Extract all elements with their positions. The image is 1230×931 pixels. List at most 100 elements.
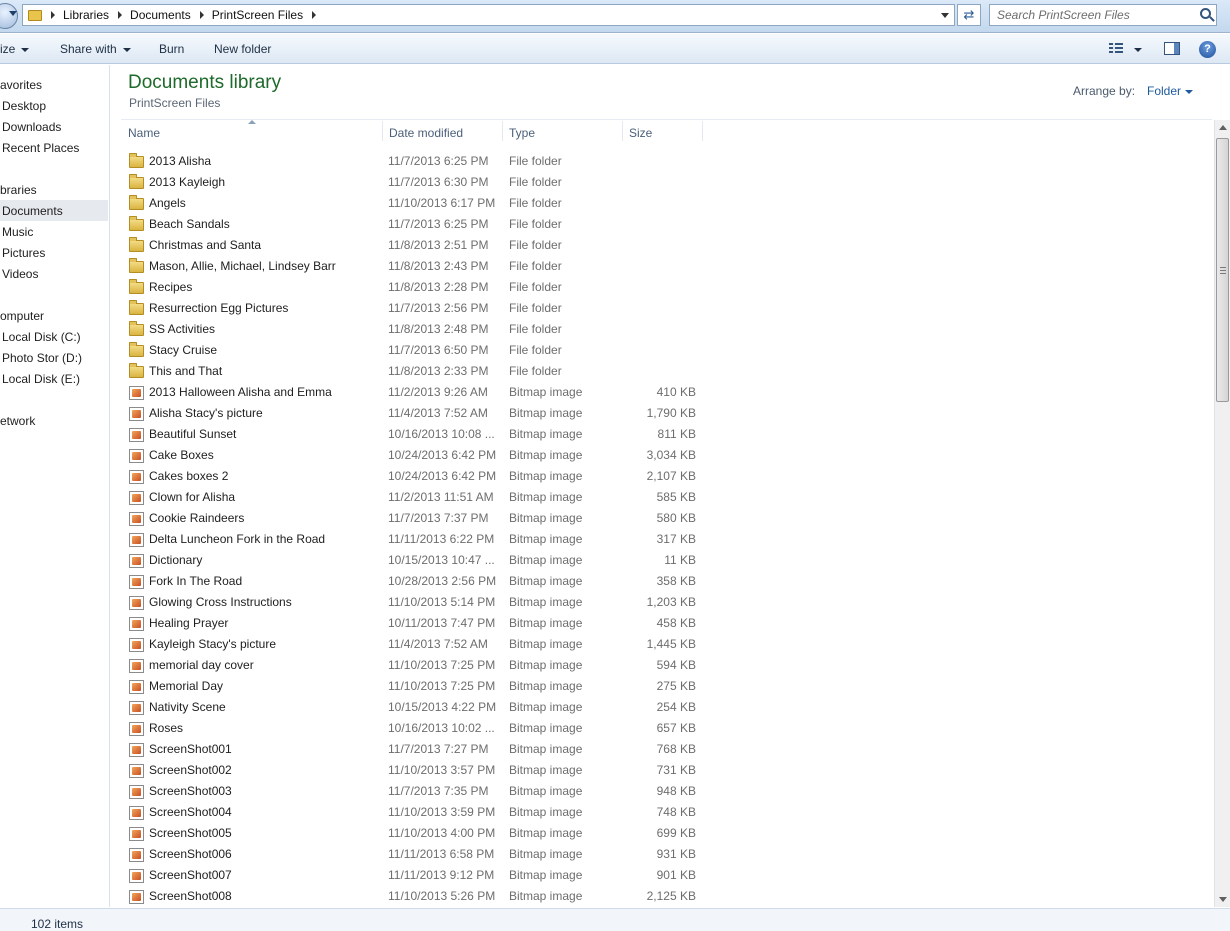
file-row[interactable]: 2013 Alisha 11/7/2013 6:25 PM File folder (111, 151, 1211, 172)
file-row[interactable]: ScreenShot008 11/10/2013 5:26 PM Bitmap im… (111, 886, 1211, 907)
column-header-date-modified[interactable]: Date modified (389, 125, 463, 147)
scroll-up-icon[interactable] (1219, 125, 1227, 130)
column-header-size[interactable]: Size (629, 125, 652, 147)
nav-item-local-disk-c[interactable]: Local Disk (C:) (2, 330, 81, 344)
status-bar: 102 items (0, 908, 1230, 931)
column-divider[interactable] (382, 121, 383, 141)
file-size: 1,445 KB (646, 637, 696, 651)
file-row[interactable]: ScreenShot001 11/7/2013 7:27 PM Bitmap ima… (111, 739, 1211, 760)
file-row[interactable]: 2013 Halloween Alisha and Emma 11/2/2013 … (111, 382, 1211, 403)
file-row[interactable]: Mason, Allie, Michael, Lindsey Barr 11/8/… (111, 256, 1211, 277)
file-row[interactable]: ScreenShot005 11/10/2013 4:00 PM Bitmap im… (111, 823, 1211, 844)
column-header-type[interactable]: Type (509, 125, 535, 147)
file-row[interactable]: Delta Luncheon Fork in the Road 11/11/201… (111, 529, 1211, 550)
file-row[interactable]: Roses 10/16/2013 10:02 ... Bitmap image 657… (111, 718, 1211, 739)
breadcrumb-libraries[interactable]: Libraries (63, 8, 109, 22)
file-row[interactable]: Memorial Day 11/10/2013 7:25 PM Bitmap ima… (111, 676, 1211, 697)
column-divider[interactable] (502, 121, 503, 141)
file-row[interactable]: Healing Prayer 10/11/2013 7:47 PM Bitmap i… (111, 613, 1211, 634)
breadcrumb-separator-icon[interactable] (312, 11, 317, 19)
search-icon[interactable] (1200, 8, 1211, 19)
file-row[interactable]: ScreenShot007 11/11/2013 9:12 PM Bitmap im… (111, 865, 1211, 886)
file-type: File folder (509, 175, 562, 189)
file-name: ScreenShot006 (149, 847, 232, 861)
file-row[interactable]: Cakes boxes 2 10/24/2013 6:42 PM Bitmap im… (111, 466, 1211, 487)
arrange-by-dropdown[interactable]: Folder (1147, 84, 1181, 98)
file-size: 657 KB (656, 721, 696, 735)
nav-item-photo-stor-d[interactable]: Photo Stor (D:) (2, 351, 82, 365)
file-list-pane[interactable]: Documents library PrintScreen Files Arra… (111, 65, 1230, 907)
column-divider[interactable] (622, 121, 623, 141)
nav-group-libraries[interactable]: braries (0, 183, 37, 197)
nav-item-documents-selected[interactable]: Documents (0, 200, 108, 221)
nav-item-desktop[interactable]: Desktop (2, 99, 46, 113)
address-history-dropdown-icon[interactable] (941, 13, 949, 18)
file-row[interactable]: Stacy Cruise 11/7/2013 6:50 PM File folder (111, 340, 1211, 361)
file-row[interactable]: Kayleigh Stacy's picture 11/4/2013 7:52 A… (111, 634, 1211, 655)
file-type: Bitmap image (509, 700, 583, 714)
file-row[interactable]: 2013 Kayleigh 11/7/2013 6:30 PM File folde… (111, 172, 1211, 193)
search-box[interactable] (989, 4, 1217, 26)
file-row[interactable]: Fork In The Road 10/28/2013 2:56 PM Bitmap… (111, 571, 1211, 592)
file-row[interactable]: ScreenShot004 11/10/2013 3:59 PM Bitmap im… (111, 802, 1211, 823)
burn-button[interactable]: Burn (159, 42, 184, 56)
breadcrumb-separator-icon[interactable] (118, 11, 123, 19)
chevron-down-icon[interactable] (1185, 90, 1193, 94)
file-row[interactable]: Recipes 11/8/2013 2:28 PM File folder (111, 277, 1211, 298)
nav-item-videos[interactable]: Videos (2, 267, 38, 281)
nav-group-computer[interactable]: omputer (0, 309, 44, 323)
file-row[interactable]: Beautiful Sunset 10/16/2013 10:08 ... Bitm… (111, 424, 1211, 445)
file-row[interactable]: Cake Boxes 10/24/2013 6:42 PM Bitmap image… (111, 445, 1211, 466)
preview-pane-icon[interactable] (1164, 42, 1180, 55)
file-row[interactable]: ScreenShot003 11/7/2013 7:35 PM Bitmap ima… (111, 781, 1211, 802)
file-name: Cake Boxes (149, 448, 214, 462)
share-with-menu-button[interactable]: Share with (60, 42, 131, 56)
file-row[interactable]: Resurrection Egg Pictures 11/7/2013 2:56 … (111, 298, 1211, 319)
breadcrumb-separator-icon[interactable] (199, 11, 204, 19)
nav-item-downloads[interactable]: Downloads (2, 120, 61, 134)
file-row[interactable]: memorial day cover 11/10/2013 7:25 PM Bitm… (111, 655, 1211, 676)
file-row[interactable]: Beach Sandals 11/7/2013 6:25 PM File folde… (111, 214, 1211, 235)
recent-pages-dropdown-icon[interactable] (9, 11, 17, 16)
nav-item-local-disk-e[interactable]: Local Disk (E:) (2, 372, 80, 386)
forward-button[interactable] (0, 3, 18, 29)
bitmap-icon (129, 470, 144, 484)
breadcrumb-documents[interactable]: Documents (130, 8, 191, 22)
file-row[interactable]: Clown for Alisha 11/2/2013 11:51 AM Bitmap… (111, 487, 1211, 508)
file-row[interactable]: Glowing Cross Instructions 11/10/2013 5:1… (111, 592, 1211, 613)
file-row[interactable]: Angels 11/10/2013 6:17 PM File folder (111, 193, 1211, 214)
file-date-modified: 11/10/2013 4:00 PM (388, 826, 496, 840)
file-row[interactable]: Alisha Stacy's picture 11/4/2013 7:52 AM B… (111, 403, 1211, 424)
nav-group-network[interactable]: etwork (0, 414, 35, 428)
file-name: memorial day cover (149, 658, 254, 672)
scrollbar-thumb[interactable] (1216, 138, 1229, 402)
scroll-down-icon[interactable] (1219, 897, 1227, 902)
column-divider[interactable] (702, 121, 703, 141)
navigation-pane[interactable]: avorites Desktop Downloads Recent Places… (0, 65, 110, 907)
view-options-dropdown-icon[interactable] (1134, 48, 1142, 52)
breadcrumb-printscreen-files[interactable]: PrintScreen Files (212, 8, 303, 22)
file-name: 2013 Kayleigh (149, 175, 226, 189)
new-folder-button[interactable]: New folder (214, 42, 271, 56)
refresh-button[interactable]: ⇄ (957, 4, 981, 26)
search-input[interactable] (997, 5, 1197, 25)
vertical-scrollbar[interactable] (1214, 120, 1230, 907)
file-row[interactable]: ScreenShot006 11/11/2013 6:58 PM Bitmap im… (111, 844, 1211, 865)
nav-item-recent-places[interactable]: Recent Places (2, 141, 79, 155)
nav-item-pictures[interactable]: Pictures (2, 246, 45, 260)
change-view-icon[interactable] (1109, 43, 1123, 54)
file-row[interactable]: Dictionary 10/15/2013 10:47 ... Bitmap ima… (111, 550, 1211, 571)
file-row[interactable]: ScreenShot002 11/10/2013 3:57 PM Bitmap im… (111, 760, 1211, 781)
nav-group-favorites[interactable]: avorites (0, 78, 42, 92)
nav-item-music[interactable]: Music (2, 225, 33, 239)
file-row[interactable]: SS Activities 11/8/2013 2:48 PM File folde… (111, 319, 1211, 340)
breadcrumb-separator-icon[interactable] (51, 11, 55, 19)
organize-menu-button[interactable]: ize (0, 42, 30, 56)
help-icon[interactable]: ? (1199, 41, 1216, 58)
address-breadcrumb-box[interactable]: Libraries Documents PrintScreen Files (22, 4, 955, 26)
column-header-name[interactable]: Name (128, 125, 160, 147)
file-row[interactable]: Nativity Scene 10/15/2013 4:22 PM Bitmap i… (111, 697, 1211, 718)
file-row[interactable]: Cookie Raindeers 11/7/2013 7:37 PM Bitmap … (111, 508, 1211, 529)
file-row[interactable]: This and That 11/8/2013 2:33 PM File folde… (111, 361, 1211, 382)
file-row[interactable]: Christmas and Santa 11/8/2013 2:51 PM File… (111, 235, 1211, 256)
